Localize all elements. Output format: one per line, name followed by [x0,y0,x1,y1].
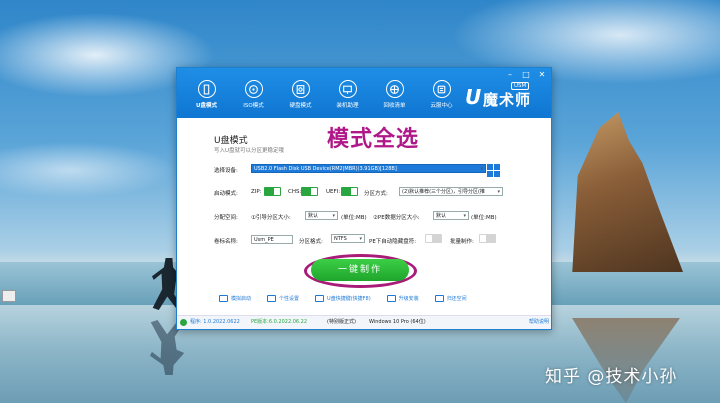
usb-icon [197,80,216,98]
edition: (特别版正式) [327,319,356,325]
volume-label: 卷标名称: [214,239,238,245]
recycle-icon [434,295,444,302]
watermark: 知乎 @技术小孙 [545,367,678,387]
harddisk-icon [291,80,310,98]
batch-toggle[interactable] [479,234,496,243]
chevron-down-icon: ▾ [463,213,466,219]
pe-size-unit: (单位:MB) [471,215,497,221]
titlebar: – □ ✕ U盘模式 ISO模式 硬盘模式 装机助理 回收清单 云服中心 U U… [177,68,551,118]
zip-label: ZIP: [251,189,262,195]
device-label: 选择设备: [214,168,238,174]
batch-label: 批量制作: [450,239,474,245]
globe-icon [385,80,404,98]
alloc-label: 分配空间: [214,215,238,221]
tab-recycle-list[interactable]: 回收清单 [371,80,418,109]
partition-method-label: 分区方式: [364,191,388,197]
maximize-button[interactable]: □ [521,70,531,79]
tab-iso-mode[interactable]: ISO模式 [230,80,277,109]
pe-size-label: ②PE数据分区大小: [373,215,420,221]
uefi-label: UEFI: [326,189,341,195]
chs-label: CHS: [288,189,302,195]
minimize-button[interactable]: – [505,70,515,79]
chevron-down-icon: ▾ [497,189,500,195]
chevron-down-icon: ▾ [332,213,335,219]
pe-size-select[interactable]: 默认 ▾ [433,211,469,220]
tool-upgrade[interactable]: 升级安装 [386,295,419,302]
one-click-make-button[interactable]: 一键制作 [311,259,409,281]
cloud-icon [432,80,451,98]
tab-cloud-center[interactable]: 云服中心 [418,80,465,109]
tab-install-assistant[interactable]: 装机助理 [324,80,371,109]
usm-window: – □ ✕ U盘模式 ISO模式 硬盘模式 装机助理 回收清单 云服中心 U U… [176,67,552,330]
zip-toggle[interactable] [264,187,281,196]
monitor-icon [219,295,228,302]
tab-harddisk-mode[interactable]: 硬盘模式 [277,80,324,109]
windows-logo-icon [487,164,500,177]
boot-size-label: ①引导分区大小: [251,215,291,221]
program-version: 程序: 1.0.2022.0622 [190,319,240,325]
keyboard-icon [315,295,325,302]
disc-icon [244,80,263,98]
chevron-down-icon: ▾ [480,166,483,172]
pe-version: PE版本:6.0.2022.06.22 [251,319,308,325]
chs-toggle[interactable] [301,187,318,196]
pe-hide-toggle[interactable] [425,234,442,243]
pe-hide-label: PE下自动隐藏盘符: [369,239,417,245]
mode-nav: U盘模式 ISO模式 硬盘模式 装机助理 回收清单 云服中心 [183,80,465,109]
filesystem-select[interactable]: NTFS ▾ [331,234,365,243]
boot-mode-label: 启动模式: [214,191,238,197]
help-link[interactable]: 帮助说明 [529,316,549,329]
mode-title: U盘模式 [214,136,248,146]
fs-label: 分区格式: [299,239,323,245]
shirt-icon [267,295,277,302]
volume-input[interactable]: Usm_PE [251,235,293,244]
close-button[interactable]: ✕ [537,70,547,79]
tool-shortcut-key[interactable]: U盘快捷键(快捷F8) [315,295,371,302]
usm-logo: U USM 魔术师 [465,82,532,109]
status-bar: 程序: 1.0.2022.0622 PE版本:6.0.2022.06.22 (特… [177,315,551,329]
boot-size-select[interactable]: 默认 ▾ [305,211,338,220]
bottom-toolbar: 模拟启动 个性设置 U盘快捷键(快捷F8) 升级安装 归还空间 [219,295,483,302]
tool-simulate-boot[interactable]: 模拟启动 [219,295,251,302]
upgrade-icon [386,295,396,302]
tool-restore-space[interactable]: 归还空间 [434,295,467,302]
wallpaper-rock [572,112,683,272]
uefi-toggle[interactable] [341,187,358,196]
tab-usb-mode[interactable]: U盘模式 [183,80,230,109]
boot-size-unit: (单位:MB) [341,215,367,221]
tool-personalize[interactable]: 个性设置 [267,295,299,302]
device-select[interactable]: USB2.0 Flash Disk USB Device(RM2|MBR)(3.… [251,164,486,173]
os-info: Windows 10 Pro (64位) [369,319,426,325]
chevron-down-icon: ▾ [359,236,362,242]
partition-method-select[interactable]: (2)默认推荐(三个分区)，引导分区(推 ▾ [399,187,503,196]
computer-icon [338,80,357,98]
mode-subtitle: 写入U盘就可以分区更稳定哦 [214,148,285,154]
desktop-shortcut-icon[interactable] [2,290,16,312]
status-ok-icon [180,319,187,326]
annotation-overlay-text: 模式全选 [327,127,420,152]
